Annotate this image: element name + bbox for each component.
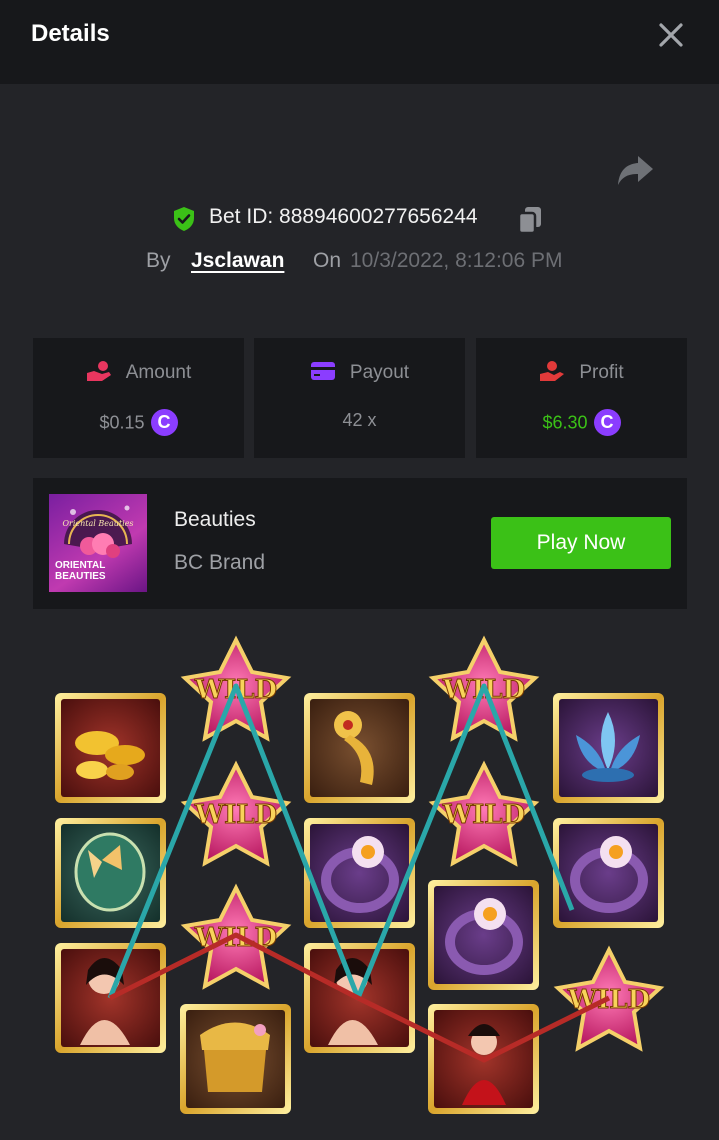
jade-ruyi-symbol (304, 693, 415, 803)
ring-symbol (304, 818, 415, 928)
currency-coin-icon: C (150, 409, 178, 436)
bet-datetime: 10/3/2022, 8:12:06 PM (350, 249, 563, 272)
game-brand: BC Brand (174, 551, 266, 574)
gold-ingots-symbol (55, 693, 166, 803)
close-icon (659, 23, 683, 47)
ring-symbol (553, 818, 664, 928)
fan-butterfly-symbol (55, 818, 166, 928)
amount-value-row: $0.15 C (33, 409, 244, 437)
game-thumbnail[interactable]: Oriental Beauties ORIENTAL BEAUTIES (49, 494, 147, 592)
by-label: By (146, 249, 171, 272)
copy-icon (517, 207, 541, 235)
game-card: Oriental Beauties ORIENTAL BEAUTIES Beau… (33, 478, 687, 609)
payout-header: Payout (254, 362, 465, 388)
profit-card: Profit $6.30 C (476, 338, 687, 458)
payout-card-icon (310, 362, 335, 380)
payout-label: Payout (349, 362, 410, 384)
amount-header: Amount (33, 361, 244, 388)
ring-symbol (428, 880, 539, 990)
profit-value-row: $6.30 C (476, 409, 687, 437)
username-link[interactable]: Jsclawan (191, 249, 284, 273)
page-title: Details (31, 20, 110, 47)
close-button[interactable] (656, 20, 686, 50)
amount-icon (86, 361, 111, 381)
amount-card: Amount $0.15 C (33, 338, 244, 458)
bet-id-text: Bet ID: 88894600277656244 (209, 205, 478, 228)
profit-header: Profit (476, 361, 687, 388)
share-icon (618, 156, 653, 185)
bet-author-row: By Jsclawan On 10/3/2022, 8:12:06 PM (0, 246, 719, 280)
slot-reels: WILD WILD WILD WILD WILD WILD (55, 635, 665, 1114)
thumb-line-1: ORIENTAL (55, 560, 106, 571)
thumb-logo-text: Oriental Beauties (62, 519, 133, 528)
profit-hand-icon (540, 361, 565, 381)
payout-card: Payout 42 x (254, 338, 465, 458)
play-now-button[interactable]: Play Now (491, 517, 671, 569)
header-bar: Details (0, 0, 719, 84)
payout-value: 42 x (342, 410, 377, 430)
bet-id-row: Bet ID: 88894600277656244 (0, 200, 719, 236)
amount-label: Amount (125, 362, 192, 384)
thumb-caption: ORIENTAL BEAUTIES (55, 560, 106, 582)
profit-label: Profit (579, 362, 624, 384)
amount-value: $0.15 (99, 412, 145, 433)
comb-symbol (180, 1004, 291, 1114)
currency-coin-icon: C (593, 409, 621, 436)
copy-bet-id-button[interactable] (516, 205, 544, 235)
thumb-line-2: BEAUTIES (55, 571, 106, 582)
game-name: Beauties (174, 508, 256, 531)
svg-text:WILD: WILD (442, 800, 525, 830)
svg-text:WILD: WILD (194, 800, 277, 830)
on-label: On (313, 249, 342, 272)
verified-shield-icon (174, 207, 194, 231)
payout-value-row: 42 x (254, 410, 465, 431)
blue-lotus-symbol (553, 693, 664, 803)
share-button[interactable] (614, 152, 656, 188)
profit-value: $6.30 (542, 412, 588, 433)
